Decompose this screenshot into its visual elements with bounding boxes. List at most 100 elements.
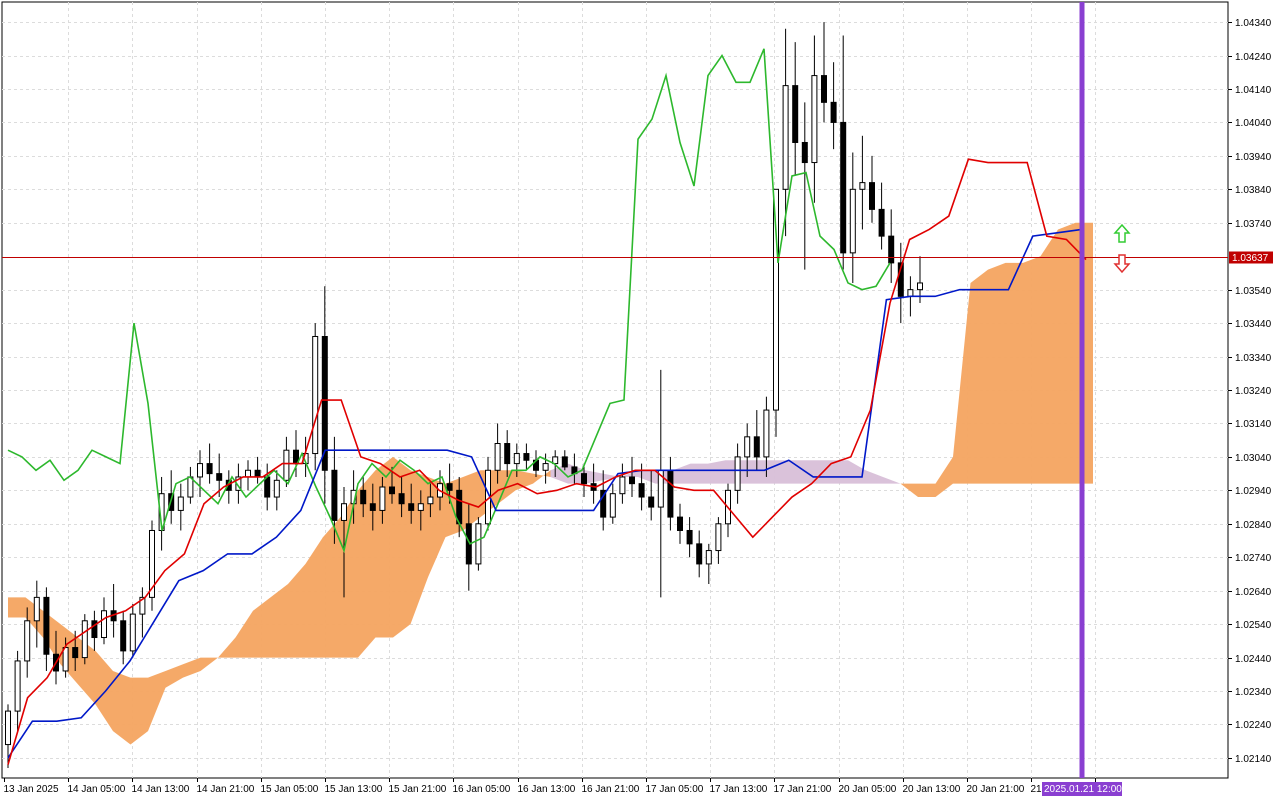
kumo-bullish-segment [918,483,936,498]
candle-body [331,469,338,521]
candle-body [888,235,895,264]
candle-body [811,75,818,164]
candle-body [744,436,751,458]
x-tick-label: 15 Jan 05:00 [261,784,319,795]
y-tick-label: 1.02740 [1235,553,1272,564]
y-tick-label: 1.02240 [1235,720,1272,731]
candle-body [264,476,271,498]
candle-body [677,516,683,531]
x-tick-label: 14 Jan 05:00 [68,784,126,795]
y-tick-label: 1.03940 [1235,152,1272,163]
x-tick-label: 20 Jan 21:00 [967,784,1025,795]
candle-body [753,436,760,458]
y-tick-label: 1.02340 [1235,687,1272,698]
x-tick-label: 17 Jan 05:00 [646,784,704,795]
candle[interactable] [312,323,319,471]
chart-canvas[interactable]: 1.04340 1.04240 1.04140 1.04040 1.03940 1.038… [0,0,1280,800]
candle-body [715,523,722,552]
y-tick-label: 1.03440 [1235,319,1272,330]
current-price-label: 1.03637 [1232,253,1269,264]
x-tick-label: 14 Jan 13:00 [132,784,190,795]
candle-body [504,443,511,465]
candle-body [917,282,923,291]
candle-body [619,476,626,495]
candle-body [686,529,693,545]
y-tick-label: 1.02140 [1235,754,1272,765]
candle-body [561,456,568,468]
y-axis: 1.04340 1.04240 1.04140 1.04040 1.03940 1.038… [1228,18,1272,765]
kumo-bullish-segment [375,456,393,638]
y-tick-label: 1.02940 [1235,486,1272,497]
x-tick-label: 20 Jan 05:00 [839,784,897,795]
kumo-bearish-segment [708,460,726,484]
kumo-bearish-segment [743,460,761,484]
kumo-bearish-segment [760,460,778,484]
candle[interactable] [149,520,155,611]
kumo-bullish-segment [323,517,341,658]
candle-body [782,85,789,190]
x-tick-label: 13 Jan 2025 [4,784,59,795]
candle-body [379,486,386,511]
candle-body [72,647,79,659]
candle-body [120,620,127,652]
y-tick-label: 1.04340 [1235,18,1272,29]
x-tick-label: 17 Jan 13:00 [710,784,768,795]
candle-body [907,289,914,297]
candle-body [62,647,69,672]
candle[interactable] [81,614,88,665]
x-tick-label: 16 Jan 21:00 [582,784,640,795]
kumo-bearish-segment [795,460,813,484]
candle-body [446,483,453,491]
candle-body [5,710,11,746]
candle-body [840,121,847,254]
y-tick-label: 1.03740 [1235,219,1272,230]
candle-body [81,620,88,659]
x-tick-label: 16 Jan 05:00 [453,784,511,795]
y-tick-label: 1.03540 [1235,286,1272,297]
y-tick-label: 1.03240 [1235,386,1272,397]
candle-body [43,596,50,655]
candle-body [427,496,434,505]
candle-body [513,453,520,465]
candle-body [341,503,347,521]
x-tick-label: 15 Jan 21:00 [389,784,447,795]
candle-body [369,503,376,511]
candle-body [869,182,875,210]
candle-body [389,486,395,495]
candle-body [177,496,184,511]
candle-body [24,620,31,662]
y-tick-label: 1.03140 [1235,419,1272,430]
y-tick-label: 1.03340 [1235,353,1272,364]
candle-body [859,182,866,190]
y-tick-label: 1.04240 [1235,52,1272,63]
candle-body [705,550,712,565]
candle-body [830,101,837,123]
candle-body [408,503,415,511]
candle-body [360,489,367,505]
kumo-bullish-segment [970,269,988,484]
current-time-label: 2025.01.21 12:00 [1044,784,1122,795]
candle[interactable] [475,517,482,571]
y-tick-label: 1.03040 [1235,453,1272,464]
ichimoku-chart[interactable]: 1.04340 1.04240 1.04140 1.04040 1.03940 1.038… [0,0,1280,800]
candle-body [273,479,280,498]
candle-body [629,476,635,485]
candle-body [14,660,21,712]
kumo-bearish-segment [690,463,708,484]
candle-body [312,335,319,455]
candle-body [696,543,703,565]
y-tick-label: 1.02640 [1235,587,1272,598]
candle-body [792,85,799,143]
candle-body [283,449,290,481]
candle-body [33,596,40,622]
kumo-bullish-segment [988,262,1006,484]
y-tick-label: 1.02540 [1235,620,1272,631]
candle-body [849,188,856,254]
candle-body [254,469,261,478]
candle-body [609,493,616,518]
candle-body [245,469,251,478]
candle-body [475,523,482,565]
kumo-bullish-segment [1023,256,1041,484]
candle-body [494,443,501,471]
candle-body [648,496,655,508]
